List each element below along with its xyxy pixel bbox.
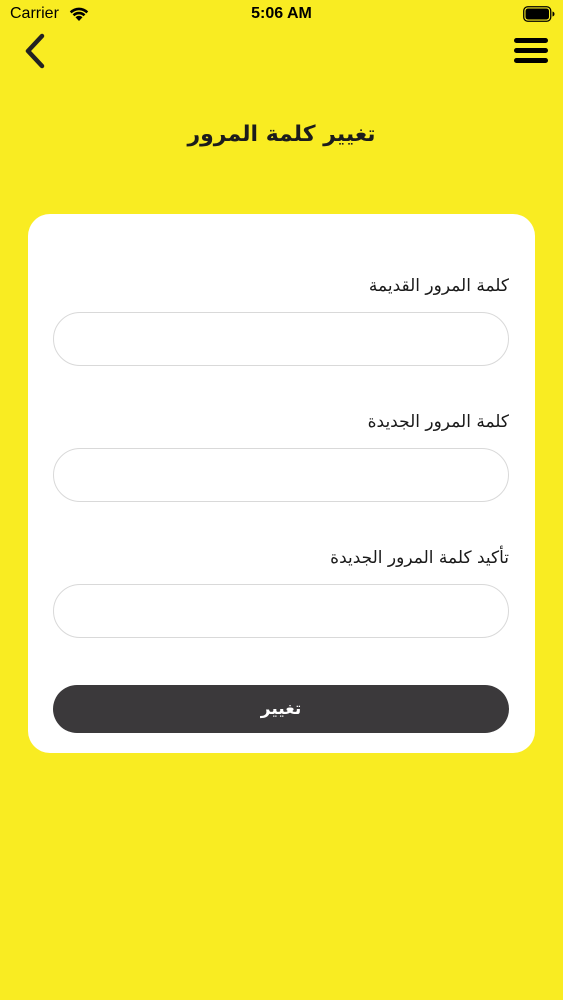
hamburger-menu-icon [514,38,548,63]
new-password-label: كلمة المرور الجديدة [367,412,509,432]
old-password-label: كلمة المرور القديمة [368,276,509,296]
confirm-password-label: تأكيد كلمة المرور الجديدة [330,548,509,568]
change-password-button[interactable]: تغيير [53,685,509,733]
status-time: 5:06 AM [251,5,312,22]
confirm-password-input[interactable] [53,584,509,638]
back-button[interactable] [20,32,52,70]
menu-button[interactable] [513,36,549,66]
battery-icon [523,6,555,22]
chevron-left-icon [25,33,45,69]
page-title: تغيير كلمة المرور [187,122,376,147]
old-password-input[interactable] [53,312,509,366]
change-password-form: كلمة المرور القديمة كلمة المرور الجديدة … [28,214,535,753]
new-password-input[interactable] [53,448,509,502]
status-bar: Carrier 5:06 AM [0,0,563,30]
